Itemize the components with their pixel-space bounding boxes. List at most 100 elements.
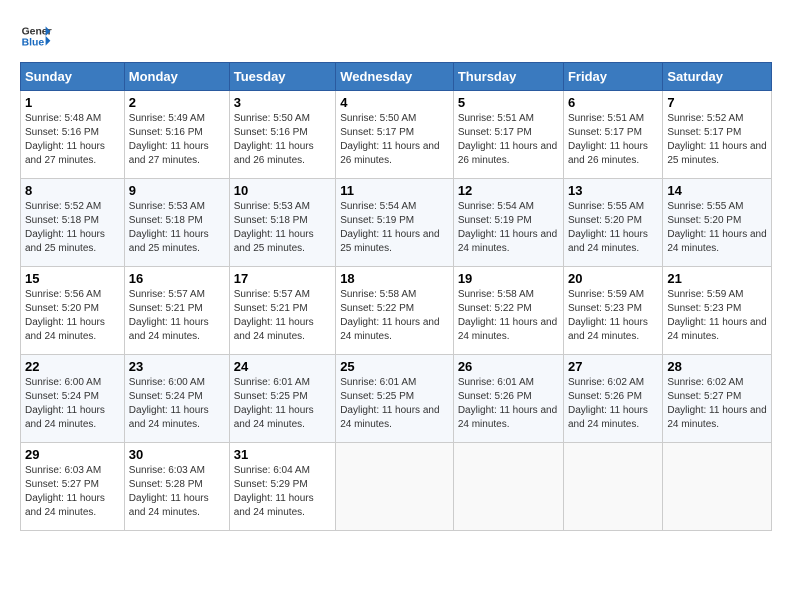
day-info: Sunrise: 6:01 AM Sunset: 5:25 PM Dayligh… <box>340 376 449 432</box>
day-cell: 1 Sunrise: 5:48 AM Sunset: 5:16 PM Dayli… <box>21 91 125 179</box>
day-info: Sunrise: 5:55 AM Sunset: 5:20 PM Dayligh… <box>568 200 658 256</box>
day-number: 24 <box>234 359 331 374</box>
day-info: Sunrise: 5:48 AM Sunset: 5:16 PM Dayligh… <box>25 112 120 168</box>
day-info: Sunrise: 6:00 AM Sunset: 5:24 PM Dayligh… <box>25 376 120 432</box>
day-info: Sunrise: 6:03 AM Sunset: 5:28 PM Dayligh… <box>129 464 225 520</box>
day-cell: 15 Sunrise: 5:56 AM Sunset: 5:20 PM Dayl… <box>21 267 125 355</box>
day-number: 7 <box>667 95 767 110</box>
day-info: Sunrise: 5:49 AM Sunset: 5:16 PM Dayligh… <box>129 112 225 168</box>
day-number: 22 <box>25 359 120 374</box>
day-number: 8 <box>25 183 120 198</box>
week-row-4: 22 Sunrise: 6:00 AM Sunset: 5:24 PM Dayl… <box>21 355 772 443</box>
day-info: Sunrise: 5:59 AM Sunset: 5:23 PM Dayligh… <box>568 288 658 344</box>
day-number: 17 <box>234 271 331 286</box>
day-number: 28 <box>667 359 767 374</box>
day-cell: 3 Sunrise: 5:50 AM Sunset: 5:16 PM Dayli… <box>229 91 335 179</box>
day-number: 23 <box>129 359 225 374</box>
day-cell: 20 Sunrise: 5:59 AM Sunset: 5:23 PM Dayl… <box>563 267 662 355</box>
day-cell: 25 Sunrise: 6:01 AM Sunset: 5:25 PM Dayl… <box>336 355 454 443</box>
day-info: Sunrise: 6:00 AM Sunset: 5:24 PM Dayligh… <box>129 376 225 432</box>
day-info: Sunrise: 5:54 AM Sunset: 5:19 PM Dayligh… <box>458 200 559 256</box>
calendar-header-row: SundayMondayTuesdayWednesdayThursdayFrid… <box>21 63 772 91</box>
day-cell: 12 Sunrise: 5:54 AM Sunset: 5:19 PM Dayl… <box>453 179 563 267</box>
col-header-friday: Friday <box>563 63 662 91</box>
day-number: 26 <box>458 359 559 374</box>
day-cell: 31 Sunrise: 6:04 AM Sunset: 5:29 PM Dayl… <box>229 443 335 531</box>
day-cell: 5 Sunrise: 5:51 AM Sunset: 5:17 PM Dayli… <box>453 91 563 179</box>
day-cell <box>663 443 772 531</box>
day-info: Sunrise: 6:04 AM Sunset: 5:29 PM Dayligh… <box>234 464 331 520</box>
day-cell: 19 Sunrise: 5:58 AM Sunset: 5:22 PM Dayl… <box>453 267 563 355</box>
day-cell: 30 Sunrise: 6:03 AM Sunset: 5:28 PM Dayl… <box>124 443 229 531</box>
day-cell <box>336 443 454 531</box>
day-cell: 16 Sunrise: 5:57 AM Sunset: 5:21 PM Dayl… <box>124 267 229 355</box>
day-cell: 14 Sunrise: 5:55 AM Sunset: 5:20 PM Dayl… <box>663 179 772 267</box>
day-cell: 2 Sunrise: 5:49 AM Sunset: 5:16 PM Dayli… <box>124 91 229 179</box>
logo-icon: General Blue <box>20 20 52 52</box>
page-header: General Blue <box>20 20 772 52</box>
day-info: Sunrise: 5:50 AM Sunset: 5:17 PM Dayligh… <box>340 112 449 168</box>
day-info: Sunrise: 5:53 AM Sunset: 5:18 PM Dayligh… <box>234 200 331 256</box>
day-cell <box>563 443 662 531</box>
col-header-wednesday: Wednesday <box>336 63 454 91</box>
day-number: 19 <box>458 271 559 286</box>
day-number: 31 <box>234 447 331 462</box>
day-cell: 11 Sunrise: 5:54 AM Sunset: 5:19 PM Dayl… <box>336 179 454 267</box>
day-info: Sunrise: 6:03 AM Sunset: 5:27 PM Dayligh… <box>25 464 120 520</box>
day-number: 30 <box>129 447 225 462</box>
day-info: Sunrise: 5:50 AM Sunset: 5:16 PM Dayligh… <box>234 112 331 168</box>
day-cell: 26 Sunrise: 6:01 AM Sunset: 5:26 PM Dayl… <box>453 355 563 443</box>
day-info: Sunrise: 5:52 AM Sunset: 5:17 PM Dayligh… <box>667 112 767 168</box>
col-header-thursday: Thursday <box>453 63 563 91</box>
day-info: Sunrise: 5:54 AM Sunset: 5:19 PM Dayligh… <box>340 200 449 256</box>
col-header-tuesday: Tuesday <box>229 63 335 91</box>
day-cell: 4 Sunrise: 5:50 AM Sunset: 5:17 PM Dayli… <box>336 91 454 179</box>
day-number: 5 <box>458 95 559 110</box>
day-cell: 6 Sunrise: 5:51 AM Sunset: 5:17 PM Dayli… <box>563 91 662 179</box>
day-number: 1 <box>25 95 120 110</box>
day-cell: 27 Sunrise: 6:02 AM Sunset: 5:26 PM Dayl… <box>563 355 662 443</box>
week-row-2: 8 Sunrise: 5:52 AM Sunset: 5:18 PM Dayli… <box>21 179 772 267</box>
day-number: 10 <box>234 183 331 198</box>
day-cell: 17 Sunrise: 5:57 AM Sunset: 5:21 PM Dayl… <box>229 267 335 355</box>
day-cell: 8 Sunrise: 5:52 AM Sunset: 5:18 PM Dayli… <box>21 179 125 267</box>
day-info: Sunrise: 5:58 AM Sunset: 5:22 PM Dayligh… <box>340 288 449 344</box>
week-row-1: 1 Sunrise: 5:48 AM Sunset: 5:16 PM Dayli… <box>21 91 772 179</box>
day-info: Sunrise: 6:02 AM Sunset: 5:27 PM Dayligh… <box>667 376 767 432</box>
day-cell: 21 Sunrise: 5:59 AM Sunset: 5:23 PM Dayl… <box>663 267 772 355</box>
day-number: 3 <box>234 95 331 110</box>
svg-text:Blue: Blue <box>22 38 45 49</box>
day-cell: 23 Sunrise: 6:00 AM Sunset: 5:24 PM Dayl… <box>124 355 229 443</box>
day-cell: 13 Sunrise: 5:55 AM Sunset: 5:20 PM Dayl… <box>563 179 662 267</box>
day-number: 13 <box>568 183 658 198</box>
day-cell: 10 Sunrise: 5:53 AM Sunset: 5:18 PM Dayl… <box>229 179 335 267</box>
day-cell: 28 Sunrise: 6:02 AM Sunset: 5:27 PM Dayl… <box>663 355 772 443</box>
calendar-table: SundayMondayTuesdayWednesdayThursdayFrid… <box>20 62 772 531</box>
day-number: 25 <box>340 359 449 374</box>
day-number: 14 <box>667 183 767 198</box>
logo: General Blue <box>20 20 52 52</box>
week-row-5: 29 Sunrise: 6:03 AM Sunset: 5:27 PM Dayl… <box>21 443 772 531</box>
day-number: 16 <box>129 271 225 286</box>
day-info: Sunrise: 5:58 AM Sunset: 5:22 PM Dayligh… <box>458 288 559 344</box>
day-number: 27 <box>568 359 658 374</box>
day-number: 4 <box>340 95 449 110</box>
day-number: 20 <box>568 271 658 286</box>
day-number: 12 <box>458 183 559 198</box>
week-row-3: 15 Sunrise: 5:56 AM Sunset: 5:20 PM Dayl… <box>21 267 772 355</box>
day-info: Sunrise: 6:01 AM Sunset: 5:26 PM Dayligh… <box>458 376 559 432</box>
day-info: Sunrise: 5:51 AM Sunset: 5:17 PM Dayligh… <box>568 112 658 168</box>
day-info: Sunrise: 5:52 AM Sunset: 5:18 PM Dayligh… <box>25 200 120 256</box>
day-cell <box>453 443 563 531</box>
day-info: Sunrise: 5:51 AM Sunset: 5:17 PM Dayligh… <box>458 112 559 168</box>
day-cell: 22 Sunrise: 6:00 AM Sunset: 5:24 PM Dayl… <box>21 355 125 443</box>
day-cell: 29 Sunrise: 6:03 AM Sunset: 5:27 PM Dayl… <box>21 443 125 531</box>
day-number: 15 <box>25 271 120 286</box>
day-number: 21 <box>667 271 767 286</box>
day-info: Sunrise: 5:55 AM Sunset: 5:20 PM Dayligh… <box>667 200 767 256</box>
day-info: Sunrise: 5:59 AM Sunset: 5:23 PM Dayligh… <box>667 288 767 344</box>
day-cell: 9 Sunrise: 5:53 AM Sunset: 5:18 PM Dayli… <box>124 179 229 267</box>
day-cell: 7 Sunrise: 5:52 AM Sunset: 5:17 PM Dayli… <box>663 91 772 179</box>
col-header-monday: Monday <box>124 63 229 91</box>
day-number: 29 <box>25 447 120 462</box>
